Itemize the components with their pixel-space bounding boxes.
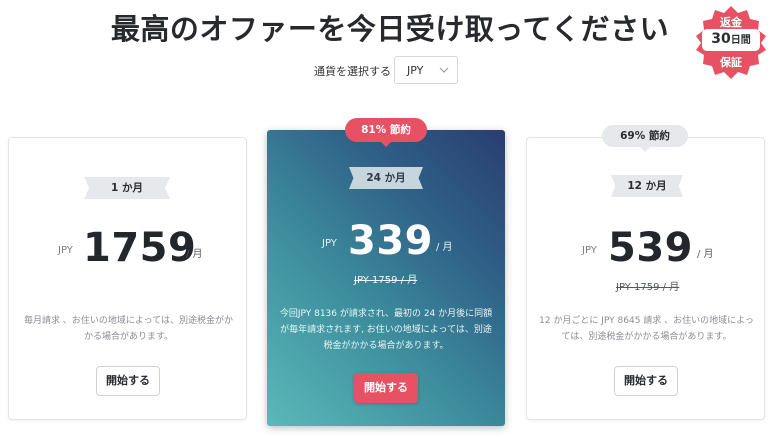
plan-price: 539 [608,225,693,271]
plan-currency: JPY [58,245,73,256]
plan-description: 今回JPY 8136 が請求され、最初の 24 か月後に同額が毎年請求されます,… [279,309,493,351]
saving-tag-24-months: 81% 節約 [345,118,427,147]
plan-card-1-month: 1 か月 JPY 1759 / 月 毎月請求 、お住いの地域によっては、別途税金… [8,137,247,420]
plan-original-price: JPY 1759 / 月 [616,282,680,293]
page-title: 最高のオファーを今日受け取ってください [110,12,670,46]
currency-selector-row: 通貨を選択する JPY [0,56,780,84]
badge-days-number: 30 [711,31,731,47]
plan-card-12-months: 12 か月 JPY 539 / 月 JPY 1759 / 月 12 か月ごとに … [526,137,765,420]
saving-tag-12-months: 69% 節約 [602,125,688,152]
plan-description: 毎月請求 、お住いの地域によっては、別途税金がかかる場合があります。 [24,316,233,342]
plan-description: 12 か月ごとに JPY 8645 請求 、お住いの地域によっては、別途税金がか… [539,316,754,342]
plan-currency: JPY [322,238,337,249]
start-button-1-month[interactable]: 開始する [96,366,160,396]
plan-price-unit: / 月 [697,249,714,260]
start-button-24-months[interactable]: 開始する [354,373,418,403]
plan-price-unit: / 月 [436,242,453,253]
plan-price: 1759 [83,225,197,271]
badge-days-unit: 日間 [730,35,751,46]
start-button-12-months[interactable]: 開始する [614,366,678,396]
plan-price-unit: / 月 [186,249,203,260]
chevron-down-icon [439,63,449,80]
plan-card-24-months: 24 か月 JPY 339 / 月 JPY 1759 / 月 今回JPY 813… [267,130,505,426]
plan-term-ribbon: 1 か月 [84,177,170,199]
badge-line-2: 30日間 [694,31,768,47]
plan-term-ribbon: 24 か月 [349,167,423,189]
currency-select[interactable]: JPY [394,56,458,84]
plan-price: 339 [348,218,433,264]
badge-line-1: 返金 [720,16,742,29]
currency-label: 通貨を選択する [314,65,391,78]
plan-term-ribbon: 12 か月 [611,175,683,197]
plan-currency: JPY [582,245,597,256]
currency-selected-value: JPY [407,64,424,77]
plan-original-price: JPY 1759 / 月 [354,275,418,286]
